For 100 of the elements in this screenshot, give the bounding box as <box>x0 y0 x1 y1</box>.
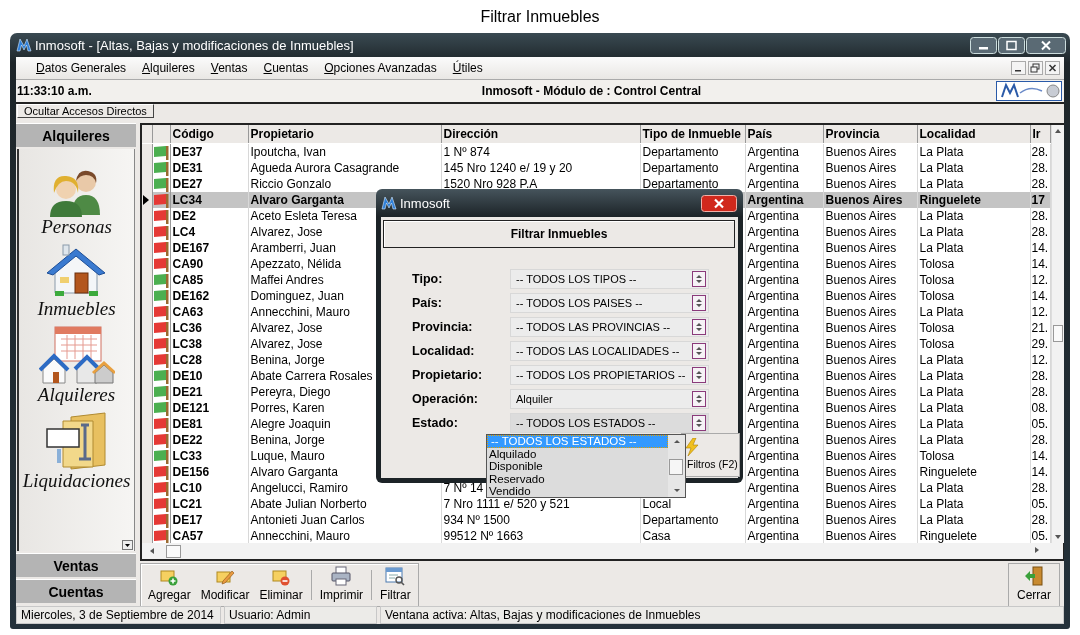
table-cell: Departamento <box>642 161 719 175</box>
table-cell: CA63 <box>172 305 204 319</box>
table-cell: Annecchini, Mauro <box>250 305 350 319</box>
field-label: Provincia: <box>412 320 474 334</box>
table-cell: La Plata <box>919 225 964 239</box>
shortcut-label[interactable]: Liquidaciones <box>22 471 131 491</box>
table-cell: Alvarez, Jose <box>250 337 323 351</box>
table-cell: La Plata <box>919 369 964 383</box>
sidebar-section-header[interactable]: Alquileres <box>16 123 136 147</box>
table-cell: Alvarez, Jose <box>250 225 323 239</box>
table-cell: Argentina <box>747 449 799 463</box>
scrollbar-thumb[interactable] <box>166 544 181 558</box>
status-text: Ventana activa: Altas, Bajas y modificaciones de Inmuebles <box>380 606 1064 624</box>
table-row[interactable]: CA57 Annecchini, Mauro 99512 Nº 1663 Casa Argentina Buenos Aires Ringuelete 05. <box>142 528 1050 544</box>
toolbar-button[interactable]: Agregar <box>143 564 196 606</box>
table-cell: Buenos Aires <box>825 241 897 255</box>
field-label: Localidad: <box>412 344 476 358</box>
toolbar-button[interactable]: Modificar <box>195 564 255 606</box>
table-cell: Argentina <box>747 529 799 543</box>
column-header[interactable]: Provincia <box>823 125 917 144</box>
column-header[interactable]: País <box>745 125 823 144</box>
table-cell: 28. <box>1031 513 1049 527</box>
menu-item[interactable]: Alquileres <box>134 61 203 75</box>
shortcut-label[interactable]: Inmuebles <box>37 299 116 319</box>
table-cell: Antonieti Juan Carlos <box>250 513 365 527</box>
table-row[interactable]: DE31 Agueda Aurora Casagrande 145 Nro 1240 e/ 19 y 20 Departamento Argentina Buenos Aires La Plata 28. <box>142 160 1050 176</box>
table-cell: 1520 Nro 928 P.A <box>443 177 538 191</box>
dropdown-field[interactable]: -- TODOS LAS LOCALIDADES -- <box>510 341 709 361</box>
table-cell: 14. <box>1031 465 1049 479</box>
table-cell: 7 Nº 14 <box>443 481 484 495</box>
dropdown-option[interactable]: Reservado <box>487 472 668 486</box>
column-header[interactable]: Tipo de Inmueble <box>640 125 745 144</box>
table-cell: 28. <box>1031 209 1049 223</box>
sidebar-section-header[interactable]: Cuentas <box>16 579 136 603</box>
column-header[interactable]: Propietario <box>248 125 441 144</box>
table-cell: Ringuelete <box>919 465 977 479</box>
table-cell: LC34 <box>172 193 202 207</box>
child-restore-button[interactable] <box>1028 61 1043 75</box>
toolbar-button[interactable]: Imprimir <box>314 564 369 606</box>
toolbar-button[interactable]: Filtrar <box>375 564 416 606</box>
lightning-icon <box>684 438 700 456</box>
table-cell: 28. <box>1031 481 1049 495</box>
dropdown-option[interactable]: Disponible <box>487 460 668 473</box>
table-cell: Tolosa <box>919 321 955 335</box>
column-header[interactable]: Localidad <box>917 125 1030 144</box>
dropdown-field[interactable]: -- TODOS LOS ESTADOS -- <box>510 413 709 433</box>
child-minimize-button[interactable] <box>1011 61 1026 75</box>
table-cell: LC36 <box>172 321 202 335</box>
menu-item[interactable]: Útiles <box>444 61 491 75</box>
menu-item[interactable]: Ventas <box>202 61 256 75</box>
minimize-button[interactable] <box>970 36 997 54</box>
close-button[interactable] <box>1026 36 1066 54</box>
dropdown-field[interactable]: -- TODOS LOS TIPOS -- <box>510 269 709 289</box>
close-button[interactable] <box>701 194 737 212</box>
table-cell: LC10 <box>172 481 202 495</box>
shortcut-label[interactable]: Alquileres <box>37 385 116 405</box>
table-cell: Buenos Aires <box>825 401 897 415</box>
table-cell: Tolosa <box>919 289 955 303</box>
scroll-down-button[interactable] <box>122 540 133 550</box>
dropdown-field[interactable]: -- TODOS LOS PAISES -- <box>510 293 709 313</box>
table-row[interactable]: LC21 Abate Julian Norberto 7 Nro 1111 e/ 520 y 521 Local Argentina Buenos Aires La Plata 05. <box>142 496 1050 512</box>
table-cell: DE162 <box>172 289 210 303</box>
column-header[interactable]: Ir <box>1030 125 1050 144</box>
column-header[interactable]: Código <box>170 125 248 144</box>
toolbar-button[interactable]: Eliminar <box>254 564 308 606</box>
column-header[interactable]: Dirección <box>441 125 640 144</box>
maximize-button[interactable] <box>998 36 1025 54</box>
table-cell: Buenos Aires <box>825 369 897 383</box>
table-cell: Ringuelete <box>919 529 977 543</box>
table-row[interactable]: DE27 Riccio Gonzalo 1520 Nro 928 P.A Departamento Argentina Buenos Aires La Plata 28. <box>142 176 1050 192</box>
sidebar-section-header[interactable]: Ventas <box>16 553 136 577</box>
toggle-shortcuts-button[interactable]: Ocultar Accesos Directos <box>17 104 154 118</box>
scrollbar-thumb[interactable] <box>1052 325 1063 342</box>
menu-item[interactable]: Datos Generales <box>28 61 135 75</box>
table-cell: Luque, Mauro <box>250 449 325 463</box>
table-cell: Buenos Aires <box>825 145 897 159</box>
table-row[interactable]: DE17 Antonieti Juan Carlos 934 Nº 1500 Departamento Argentina Buenos Aires La Plata 28. <box>142 512 1050 528</box>
dropdown-option[interactable]: Alquilado <box>487 447 668 461</box>
table-cell: CA57 <box>172 529 204 543</box>
table-cell: 12. <box>1031 305 1049 319</box>
dropdown-option[interactable]: Vendido <box>487 485 668 498</box>
table-cell: Argentina <box>747 321 799 335</box>
table-cell: La Plata <box>919 481 964 495</box>
dropdown-field[interactable]: -- TODOS LOS PROPIETARIOS -- <box>510 365 709 385</box>
close-window-button[interactable]: Cerrar <box>1008 563 1060 607</box>
menu-item[interactable]: Opciones Avanzadas <box>316 61 445 75</box>
shortcut-label[interactable]: Personas <box>41 217 112 237</box>
table-cell: La Plata <box>919 433 964 447</box>
table-cell: 17 <box>1031 193 1045 207</box>
filter-window-icon <box>384 566 407 586</box>
table-cell: 29. <box>1031 337 1049 351</box>
table-cell: 28. <box>1031 433 1049 447</box>
app-logo-icon <box>16 37 32 53</box>
table-cell: La Plata <box>919 209 964 223</box>
menu-item[interactable]: Cuentas <box>255 61 317 75</box>
dropdown-field[interactable]: Alquiler <box>510 389 709 409</box>
child-close-button[interactable] <box>1045 61 1060 75</box>
dropdown-field[interactable]: -- TODOS LAS PROVINCIAS -- <box>510 317 709 337</box>
table-cell: Buenos Aires <box>825 161 897 175</box>
scrollbar-thumb[interactable] <box>669 459 683 475</box>
